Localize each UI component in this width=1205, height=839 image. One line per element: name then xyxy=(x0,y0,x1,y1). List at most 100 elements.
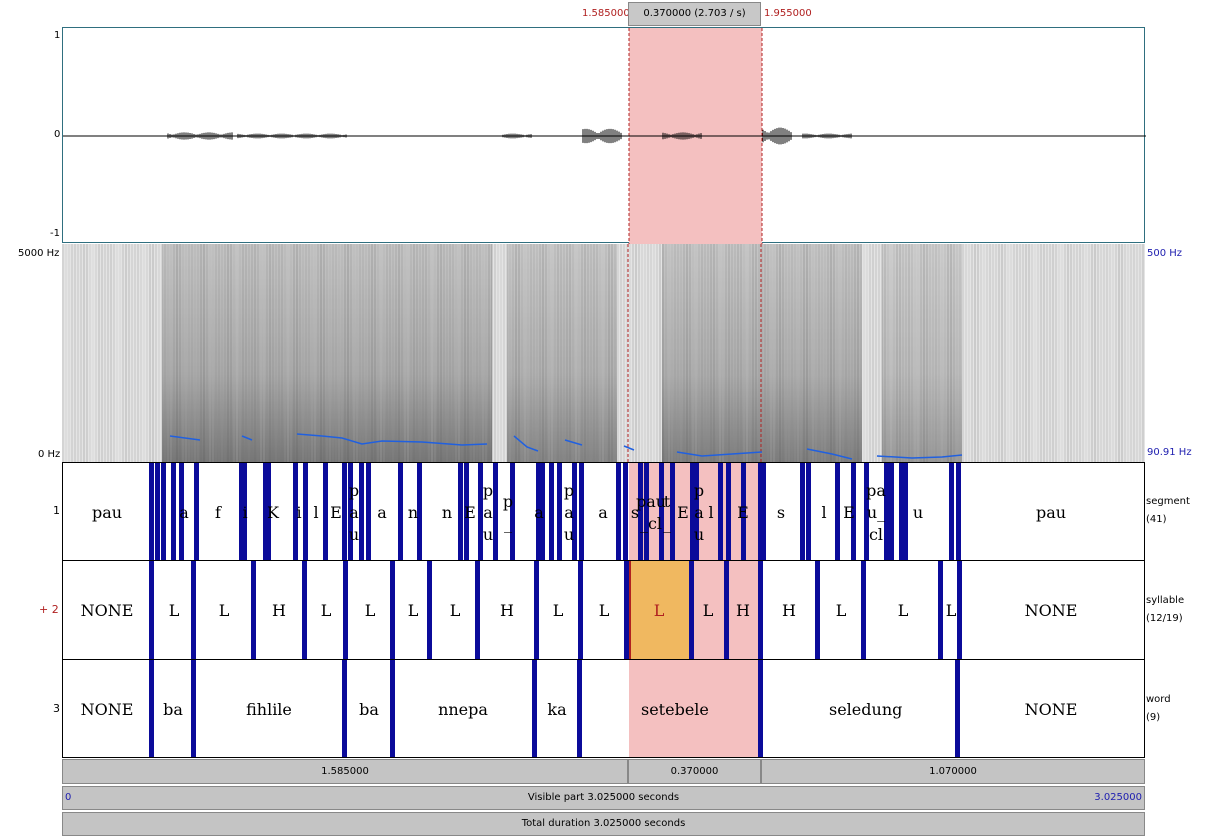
spectrogram-texture xyxy=(569,244,571,462)
spectrogram-texture xyxy=(539,244,541,462)
duration-left-bar[interactable]: 1.585000 xyxy=(62,759,628,784)
spectrogram-texture xyxy=(833,244,835,462)
interval-label[interactable]: NONE xyxy=(77,600,137,622)
spectrogram-texture xyxy=(467,244,469,462)
duration-selection-bar[interactable]: 0.370000 xyxy=(628,759,761,784)
spectrogram-texture xyxy=(1016,244,1018,462)
interval-label[interactable]: ka xyxy=(527,699,587,721)
interval-label[interactable]: NONE xyxy=(1021,600,1081,622)
spectrogram-texture xyxy=(290,244,292,462)
interval-label[interactable]: NONE xyxy=(77,699,137,721)
spectrogram-texture xyxy=(215,244,217,462)
spectrogram-texture xyxy=(731,244,733,462)
tier-3-name: word xyxy=(1146,694,1171,705)
spectrogram-texture xyxy=(260,244,262,462)
spectrogram-texture xyxy=(509,244,511,462)
spectrogram-texture xyxy=(647,244,649,462)
interval-boundary[interactable] xyxy=(955,660,960,757)
interval-boundary[interactable] xyxy=(758,660,763,757)
spectrogram-texture xyxy=(1136,244,1138,462)
spectrogram-texture xyxy=(1061,244,1063,462)
spectrogram-texture xyxy=(1007,244,1009,462)
spectrogram-texture xyxy=(1124,244,1126,462)
interval-label[interactable]: setebele xyxy=(641,699,709,721)
selection-end-time: 1.955000 xyxy=(764,8,812,19)
spectrogram-texture xyxy=(1079,244,1081,462)
spectrogram-texture xyxy=(869,244,871,462)
spectrogram-texture xyxy=(1028,244,1030,462)
spectrogram-texture xyxy=(608,244,610,462)
spectrogram-texture xyxy=(80,244,82,462)
spectrogram-panel[interactable] xyxy=(62,244,1145,462)
visible-part-bar[interactable]: 0 Visible part 3.025000 seconds 3.025000 xyxy=(62,786,1145,810)
interval-label[interactable]: H xyxy=(759,600,819,622)
spectrogram-texture xyxy=(380,244,382,462)
spectrogram-texture xyxy=(317,244,319,462)
tier-2-number[interactable]: + 2 xyxy=(39,603,59,616)
interval-label[interactable]: fihlile xyxy=(239,699,299,721)
spectrogram-texture xyxy=(503,244,505,462)
interval-label[interactable]: L xyxy=(194,600,254,622)
spectrogram-texture xyxy=(623,244,625,462)
spectrogram-texture xyxy=(134,244,136,462)
duration-right-bar[interactable]: 1.070000 xyxy=(761,759,1145,784)
spectrogram-texture xyxy=(863,244,865,462)
spectrogram-texture xyxy=(581,244,583,462)
spectrogram-texture xyxy=(461,244,463,462)
spectrogram-texture xyxy=(779,244,781,462)
spectrogram-texture xyxy=(440,244,442,462)
interval-label[interactable]: nnepa xyxy=(433,699,493,721)
spectrogram-texture xyxy=(494,244,496,462)
tier-syllable[interactable]: NONE L L H L L L L H L L L L H H L L L NONE xyxy=(62,560,1145,660)
spectrogram-texture xyxy=(743,244,745,462)
spectrogram-texture xyxy=(533,244,535,462)
tier-word[interactable]: NONE ba fihlile ba nnepa ka setebele seledung NO… xyxy=(62,659,1145,758)
spectrogram-texture xyxy=(1118,244,1120,462)
spectrogram-texture xyxy=(251,244,253,462)
spectrogram-texture xyxy=(278,244,280,462)
spectrogram-texture xyxy=(119,244,121,462)
interval-label[interactable]: ba xyxy=(339,699,399,721)
spectrogram-texture xyxy=(845,244,847,462)
spectrogram-texture xyxy=(74,244,76,462)
spectrogram-texture xyxy=(644,244,646,462)
spectrogram-texture xyxy=(1139,244,1141,462)
spectrogram-texture xyxy=(971,244,973,462)
spectrogram-texture xyxy=(506,244,508,462)
spectrogram-texture xyxy=(902,244,904,462)
interval-boundary[interactable] xyxy=(949,463,954,560)
spectrogram-texture xyxy=(1058,244,1060,462)
interval-label[interactable]: ba xyxy=(143,699,203,721)
interval-label[interactable]: u xyxy=(888,502,948,524)
spectrogram-texture xyxy=(1106,244,1108,462)
spectrogram-texture xyxy=(524,244,526,462)
spectrogram-texture xyxy=(233,244,235,462)
interval-label[interactable]: pau xyxy=(77,502,137,524)
spectrogram-texture xyxy=(1133,244,1135,462)
interval-label[interactable]: L xyxy=(574,600,634,622)
spectrogram-texture xyxy=(266,244,268,462)
spectrogram-texture xyxy=(995,244,997,462)
spectrogram-texture xyxy=(227,244,229,462)
spectrogram-texture xyxy=(707,244,709,462)
interval-label[interactable]: seledung xyxy=(829,699,902,721)
interval-label[interactable]: L xyxy=(425,600,485,622)
interval-label[interactable]: NONE xyxy=(1021,699,1081,721)
spectrogram-texture xyxy=(716,244,718,462)
spectrogram-texture xyxy=(665,244,667,462)
interval-label[interactable]: L xyxy=(921,600,981,622)
spectrogram-texture xyxy=(131,244,133,462)
interval-boundary[interactable] xyxy=(956,463,961,560)
spectrogram-texture xyxy=(1127,244,1129,462)
interval-label[interactable]: pau xyxy=(1021,502,1081,524)
selection-duration-button[interactable]: 0.370000 (2.703 / s) xyxy=(628,2,761,26)
total-duration-bar[interactable]: Total duration 3.025000 seconds xyxy=(62,812,1145,836)
tier-segment[interactable]: pau a f i Ki l Ep a uannEp a up _ a p a u a s pau _… xyxy=(62,462,1145,561)
waveform-panel[interactable] xyxy=(62,27,1146,244)
spectrogram-texture xyxy=(212,244,214,462)
interval-label[interactable]: L xyxy=(811,600,871,622)
spectrogram-texture xyxy=(116,244,118,462)
spectrogram-texture xyxy=(575,244,577,462)
spectrogram-texture xyxy=(443,244,445,462)
spectrogram-texture xyxy=(170,244,172,462)
